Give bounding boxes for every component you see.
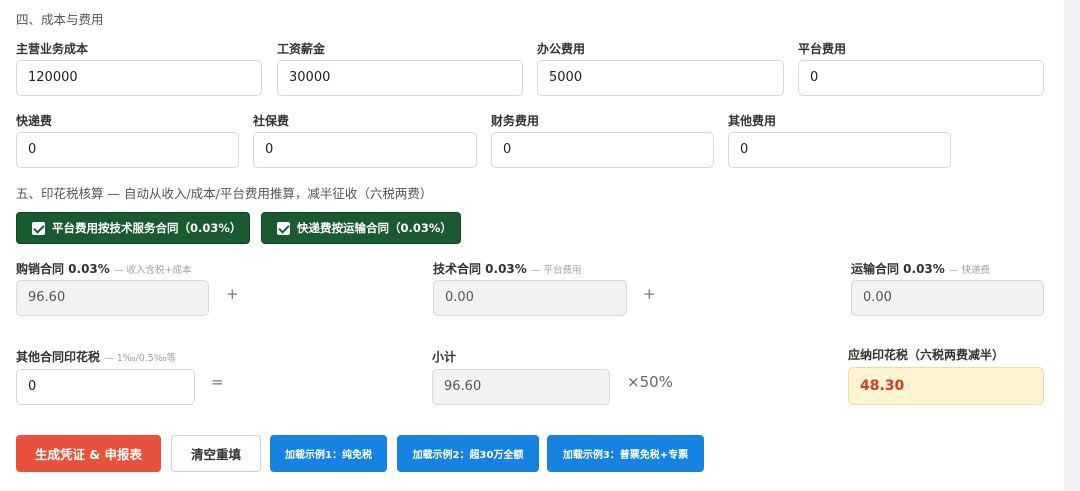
platform-fee-label: 平台费用 (798, 42, 847, 56)
sales-contract-hint: — 收入含税+成本 (114, 265, 192, 276)
generate-voucher-button[interactable]: 生成凭证 & 申报表 (16, 435, 161, 472)
office-expense-input[interactable]: 5000 (537, 60, 784, 96)
half-reduction-multiplier: ×50% (627, 373, 673, 391)
other-contract-label: 其他合同印花税 — 1‰/0.5‰等 (16, 348, 176, 365)
other-expense-input[interactable]: 0 (728, 132, 951, 168)
equals-operator: = (211, 373, 224, 391)
finance-expense-input[interactable]: 0 (491, 132, 714, 168)
subtotal-label: 小计 (432, 350, 457, 364)
transport-contract-label-text: 运输合同 0.03% (851, 262, 945, 276)
express-transport-contract-toggle-label: 快递费按运输合同（0.03%） (297, 221, 452, 235)
sales-contract-label: 购销合同 0.03% — 收入含税+成本 (16, 260, 191, 277)
payable-stamp-tax-label: 应纳印花税（六税两费减半） (848, 348, 1005, 362)
platform-tech-contract-toggle-label: 平台费用按技术服务合同（0.03%） (52, 221, 242, 235)
express-transport-contract-toggle[interactable]: 快递费按运输合同（0.03%） (261, 212, 461, 244)
reset-button[interactable]: 清空重填 (171, 435, 261, 472)
load-example-3-button[interactable]: 加载示例3：普票免税+专票 (547, 435, 704, 472)
other-contract-label-text: 其他合同印花税 (16, 350, 101, 364)
social-security-label: 社保费 (253, 114, 290, 128)
main-cost-input[interactable]: 120000 (16, 60, 262, 96)
other-contract-hint: — 1‰/0.5‰等 (104, 353, 177, 364)
tech-contract-hint: — 平台费用 (531, 265, 582, 276)
checkbox-checked-icon (277, 221, 290, 235)
load-example-2-button[interactable]: 加载示例2：超30万全额 (397, 435, 539, 472)
transport-contract-label: 运输合同 0.03% — 快递费 (851, 260, 990, 277)
tech-contract-label: 技术合同 0.03% — 平台费用 (433, 260, 582, 277)
checkbox-checked-icon (32, 221, 45, 235)
sales-contract-label-text: 购销合同 0.03% (16, 262, 110, 276)
plus-operator: + (226, 285, 239, 303)
sales-contract-tax-field: 96.60 (16, 280, 209, 316)
express-fee-input[interactable]: 0 (16, 132, 239, 168)
main-panel: 四、成本与费用 主营业务成本 120000 工资薪金 30000 办公费用 50… (0, 0, 1064, 491)
transport-contract-tax-field: 0.00 (851, 280, 1044, 316)
section-title-stamp-tax: 五、印花税核算 — 自动从收入/成本/平台费用推算，减半征收（六税两费） (16, 186, 433, 201)
tech-contract-tax-field: 0.00 (433, 280, 627, 316)
scrollbar[interactable] (1064, 0, 1080, 491)
tech-contract-label-text: 技术合同 0.03% (433, 262, 527, 276)
social-security-input[interactable]: 0 (253, 132, 477, 168)
load-example-1-button[interactable]: 加载示例1：纯免税 (270, 435, 387, 472)
subtotal-field: 96.60 (432, 369, 610, 405)
platform-tech-contract-toggle[interactable]: 平台费用按技术服务合同（0.03%） (16, 212, 250, 244)
transport-contract-hint: — 快递费 (949, 265, 991, 276)
section-title-costs: 四、成本与费用 (16, 12, 104, 27)
platform-fee-input[interactable]: 0 (798, 60, 1044, 96)
salary-label: 工资薪金 (277, 42, 326, 56)
express-fee-label: 快递费 (16, 114, 53, 128)
salary-input[interactable]: 30000 (277, 60, 523, 96)
other-contract-tax-input[interactable]: 0 (16, 369, 195, 405)
payable-stamp-tax-field: 48.30 (848, 367, 1044, 405)
office-expense-label: 办公费用 (537, 42, 586, 56)
finance-expense-label: 财务费用 (491, 114, 540, 128)
other-expense-label: 其他费用 (728, 114, 777, 128)
plus-operator: + (643, 285, 656, 303)
main-cost-label: 主营业务成本 (16, 42, 89, 56)
